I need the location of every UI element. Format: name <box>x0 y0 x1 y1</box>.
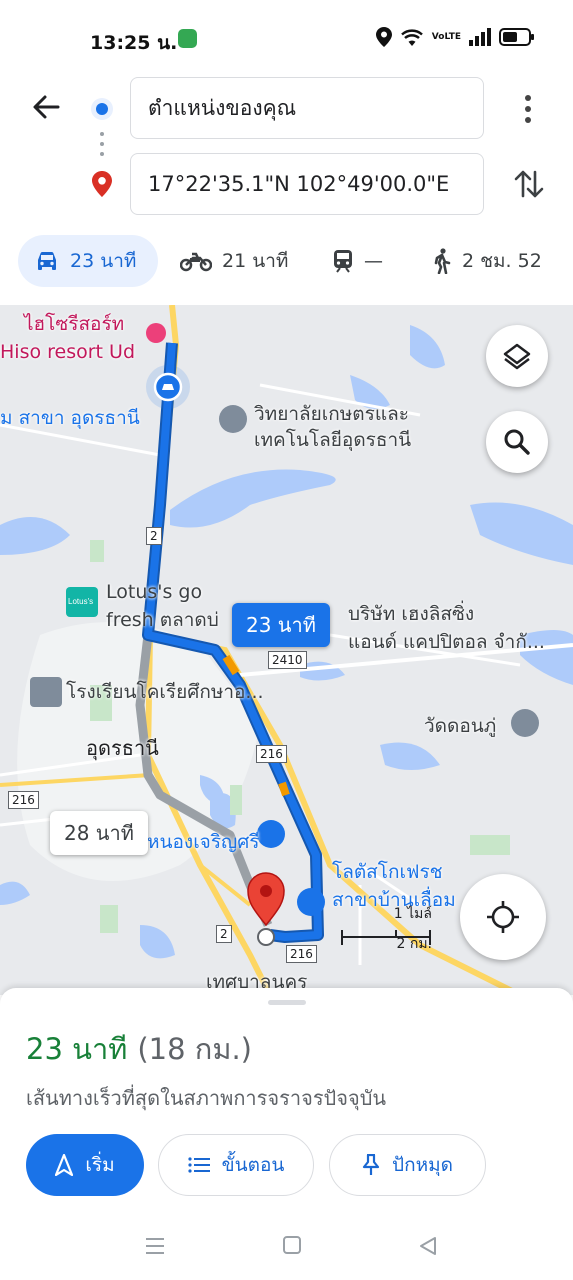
route-summary: 23 นาที (18 กม.) <box>26 1026 252 1072</box>
swap-vert-icon[interactable] <box>512 166 546 202</box>
map-label-lotus-fresh-1[interactable]: โลตัสโกเฟรช <box>332 859 443 885</box>
back-arrow-icon[interactable] <box>28 90 62 124</box>
destination-field[interactable]: 17°22'35.1"N 102°49'00.0"E <box>130 153 484 215</box>
directions-panel: ตำแหน่งของคุณ 17°22'35.1"N 102°49'00.0"E… <box>0 70 573 305</box>
map-label-temple[interactable]: วัดดอนภู่ <box>424 713 496 739</box>
map-label-lotus-go-1[interactable]: Lotus's go <box>106 579 202 605</box>
tab-walk-label: 2 ชม. 52 <box>462 250 542 272</box>
car-icon <box>38 252 56 270</box>
tab-car-label: 23 นาที <box>70 250 137 272</box>
route-shield-216-c: 216 <box>286 945 317 963</box>
home-square-icon[interactable] <box>282 1235 302 1255</box>
sheet-drag-handle[interactable] <box>268 1000 306 1005</box>
route-duration: 23 นาที <box>26 1032 128 1066</box>
route-primary-duration-chip[interactable]: 23 นาที <box>232 603 330 647</box>
map-label-bank[interactable]: ม สาขา อุดรธานี <box>0 405 140 431</box>
my-location-icon <box>487 901 519 933</box>
message-notification-icon <box>178 29 197 48</box>
map-label-hiso-en[interactable]: Hiso resort Ud <box>0 339 135 365</box>
start-button-label: เริ่ม <box>85 1154 115 1176</box>
map-label-udon: อุดรธานี <box>86 736 159 760</box>
tab-car[interactable]: 23 นาที <box>18 235 158 287</box>
pushpin-icon <box>362 1154 380 1175</box>
system-nav-bar <box>0 1218 573 1278</box>
map-label-company-1[interactable]: บริษัท เฮงลิสซิ่ง <box>348 601 474 627</box>
scale-miles: 1 ไมล์ <box>393 906 432 922</box>
train-icon <box>334 250 352 273</box>
destination-pin-icon <box>92 171 112 197</box>
list-icon <box>188 1157 210 1173</box>
wifi-icon <box>400 29 423 46</box>
route-shield-2: 2 <box>146 527 162 545</box>
volte-indicator: VoLTE <box>431 31 461 42</box>
route-summary-sheet[interactable]: 23 นาที (18 กม.) เส้นทางเร็วที่สุดในสภาพก… <box>0 988 573 1280</box>
map-label-college-1[interactable]: วิทยาลัยเกษตรและ <box>254 401 409 427</box>
route-shield-2-b: 2 <box>216 925 232 943</box>
route-shield-2410: 2410 <box>268 651 307 669</box>
route-subtitle: เส้นทางเร็วที่สุดในสภาพการจราจรปัจจุบัน <box>26 1086 387 1110</box>
route-connector-dots <box>100 132 104 162</box>
status-icons: VoLTE <box>375 27 535 47</box>
route-alt-duration-chip[interactable]: 28 นาที <box>50 811 148 855</box>
pin-button-label: ปักหมุด <box>392 1154 453 1176</box>
map-label-lotus-go-2[interactable]: fresh ตลาดบ่ <box>106 607 219 633</box>
tab-transit-label: — <box>364 250 383 272</box>
my-location-button[interactable] <box>460 874 546 960</box>
recents-menu-icon[interactable] <box>144 1235 166 1257</box>
origin-dot-icon <box>91 98 113 120</box>
route-distance: (18 กม.) <box>137 1032 252 1066</box>
status-time: 13:25 น. <box>90 32 178 54</box>
tab-walk[interactable]: 2 ชม. 52 <box>432 235 542 287</box>
navigation-arrow-icon <box>55 1154 74 1176</box>
start-navigation-button[interactable]: เริ่ม <box>26 1134 144 1196</box>
map-scale: 1 ไมล์ 2 กม. <box>340 903 440 952</box>
motorcycle-icon <box>180 252 212 272</box>
map-label-college-2[interactable]: เทคโนโลยีอุดรธานี <box>254 427 411 453</box>
origin-field[interactable]: ตำแหน่งของคุณ <box>130 77 484 139</box>
pin-button[interactable]: ปักหมุด <box>329 1134 486 1196</box>
layers-icon <box>503 343 531 370</box>
travel-mode-tabs: 23 นาที 21 นาที — 2 ชม. 52 <box>0 232 573 292</box>
map-label-school[interactable]: โรงเรียนโคเรียศึกษาอ... <box>66 679 264 705</box>
status-bar: 13:25 น. VoLTE <box>0 0 573 70</box>
lotus-badge-label: Lotus's <box>68 597 94 606</box>
more-vert-icon[interactable] <box>515 92 541 126</box>
layers-button[interactable] <box>486 325 548 387</box>
steps-button-label: ขั้นตอน <box>221 1154 285 1176</box>
map-search-button[interactable] <box>486 411 548 473</box>
tab-transit[interactable]: — <box>332 235 383 287</box>
search-icon <box>504 429 530 455</box>
battery-icon <box>499 28 534 46</box>
tab-motorcycle-label: 21 นาที <box>222 250 289 272</box>
route-shield-216-a: 216 <box>256 745 287 763</box>
tab-motorcycle[interactable]: 21 นาที <box>180 235 288 287</box>
map-view[interactable]: ไฮโซรีสอร์ท Hiso resort Ud ม สาขา อุดรธา… <box>0 305 573 995</box>
map-label-hiso-th[interactable]: ไฮโซรีสอร์ท <box>24 311 124 337</box>
walk-icon <box>434 248 451 274</box>
steps-button[interactable]: ขั้นตอน <box>158 1134 314 1196</box>
location-icon <box>375 27 392 47</box>
scale-kilometers: 2 กม. <box>396 936 432 952</box>
route-shield-216-b: 216 <box>8 791 39 809</box>
map-label-company-2[interactable]: แอนด์ แคปปิตอล จำกั... <box>348 629 545 655</box>
signal-icon <box>469 28 491 46</box>
back-triangle-icon[interactable] <box>418 1235 438 1257</box>
